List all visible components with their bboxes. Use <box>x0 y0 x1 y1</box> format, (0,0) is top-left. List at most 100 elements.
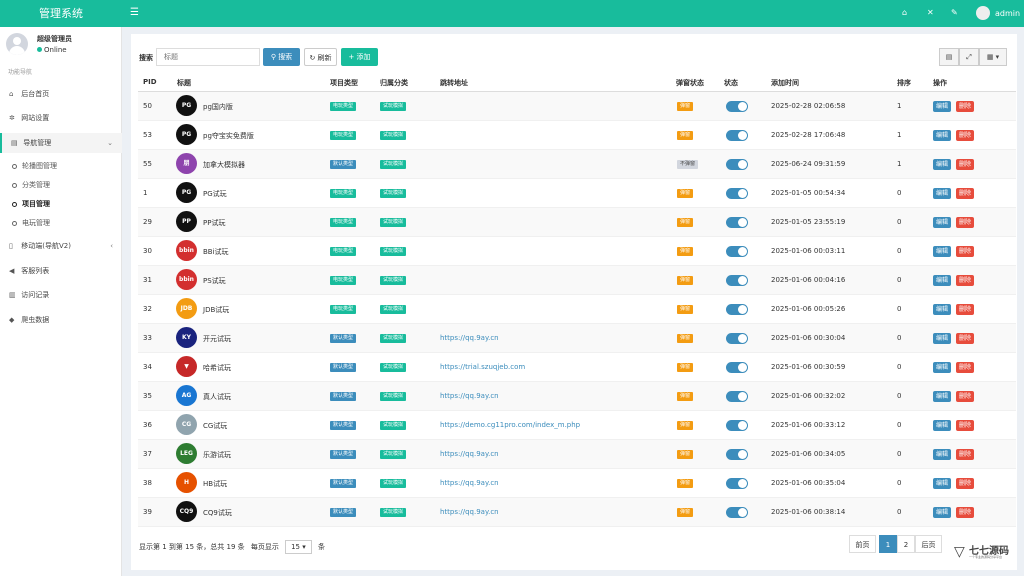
per-page-select[interactable]: 15 ▾ <box>285 540 312 554</box>
edit-button[interactable]: 编辑 <box>933 362 952 373</box>
wrench-icon[interactable]: ✎ <box>951 8 958 17</box>
col-title[interactable]: 标题 <box>177 78 191 88</box>
page-1-button[interactable]: 1 <box>879 535 897 553</box>
redirect-link[interactable]: https://demo.cg11pro.com/index_m.php <box>440 421 580 429</box>
status-toggle[interactable] <box>726 275 748 286</box>
sidebar-subitem-project[interactable]: 项目管理 <box>0 195 122 213</box>
edit-button[interactable]: 编辑 <box>933 449 952 460</box>
delete-button[interactable]: 删除 <box>956 507 975 518</box>
columns-button[interactable]: ▦ ▾ <box>979 48 1007 66</box>
delete-button[interactable]: 删除 <box>956 130 975 141</box>
next-page-button[interactable]: 后页 <box>915 535 942 553</box>
delete-button[interactable]: 删除 <box>956 101 975 112</box>
edit-button[interactable]: 编辑 <box>933 275 952 286</box>
status-toggle[interactable] <box>726 188 748 199</box>
col-popup[interactable]: 弹窗状态 <box>676 78 704 88</box>
delete-button[interactable]: 删除 <box>956 420 975 431</box>
sidebar-subitem-banner[interactable]: 轮播图管理 <box>0 157 122 175</box>
table-row[interactable]: 37 LEG 乐游试玩 默认类型 试玩模拟 https://qq.9ay.cn 弹窗 2025… <box>138 440 1016 469</box>
table-row[interactable]: 50 PG pg国内版 电玩类型 试玩模拟 弹窗 2025-02-28 02:06:58 1 编… <box>138 92 1016 121</box>
col-status[interactable]: 状态 <box>724 78 738 88</box>
status-toggle[interactable] <box>726 217 748 228</box>
sidebar-subitem-game[interactable]: 电玩管理 <box>0 214 122 232</box>
prev-page-button[interactable]: 前页 <box>849 535 876 553</box>
status-toggle[interactable] <box>726 333 748 344</box>
redirect-link[interactable]: https://qq.9ay.cn <box>440 508 499 516</box>
edit-button[interactable]: 编辑 <box>933 304 952 315</box>
status-toggle[interactable] <box>726 130 748 141</box>
table-row[interactable]: 30 bbin BBi试玩 电玩类型 试玩模拟 弹窗 2025-01-06 00:03:11… <box>138 237 1016 266</box>
edit-button[interactable]: 编辑 <box>933 507 952 518</box>
table-row[interactable]: 33 KY 开元试玩 默认类型 试玩模拟 https://qq.9ay.cn 弹窗 2025-… <box>138 324 1016 353</box>
edit-button[interactable]: 编辑 <box>933 246 952 257</box>
fullscreen-icon[interactable]: ✕ <box>927 8 934 17</box>
redirect-link[interactable]: https://qq.9ay.cn <box>440 392 499 400</box>
status-toggle[interactable] <box>726 159 748 170</box>
redirect-link[interactable]: https://qq.9ay.cn <box>440 450 499 458</box>
delete-button[interactable]: 删除 <box>956 362 975 373</box>
sidebar-item-crawler[interactable]: ◆ 爬虫数据 <box>0 310 122 330</box>
page-2-button[interactable]: 2 <box>897 535 915 553</box>
col-time[interactable]: 添加时间 <box>771 78 799 88</box>
status-toggle[interactable] <box>726 362 748 373</box>
delete-button[interactable]: 删除 <box>956 478 975 489</box>
status-toggle[interactable] <box>726 246 748 257</box>
status-toggle[interactable] <box>726 391 748 402</box>
status-toggle[interactable] <box>726 304 748 315</box>
table-row[interactable]: 1 PG PG试玩 电玩类型 试玩模拟 弹窗 2025-01-05 00:54:34 0 编辑删… <box>138 179 1016 208</box>
edit-button[interactable]: 编辑 <box>933 130 952 141</box>
table-row[interactable]: 31 bbin PS试玩 电玩类型 试玩模拟 弹窗 2025-01-06 00:04:16 0… <box>138 266 1016 295</box>
edit-button[interactable]: 编辑 <box>933 217 952 228</box>
add-button[interactable]: + 添加 <box>341 48 378 66</box>
sidebar-item-home[interactable]: ⌂ 后台首页 <box>0 84 122 104</box>
delete-button[interactable]: 删除 <box>956 217 975 228</box>
search-input[interactable] <box>156 48 260 66</box>
delete-button[interactable]: 删除 <box>956 275 975 286</box>
edit-button[interactable]: 编辑 <box>933 420 952 431</box>
status-toggle[interactable] <box>726 507 748 518</box>
delete-button[interactable]: 删除 <box>956 159 975 170</box>
col-sort[interactable]: 排序 <box>897 78 911 88</box>
search-button[interactable]: ⚲ 搜索 <box>263 48 300 66</box>
status-toggle[interactable] <box>726 101 748 112</box>
sidebar-item-nav[interactable]: ▤ 导航管理 ⌄ <box>0 133 122 153</box>
user-avatar[interactable] <box>976 6 990 20</box>
delete-button[interactable]: 删除 <box>956 304 975 315</box>
status-toggle[interactable] <box>726 478 748 489</box>
delete-button[interactable]: 删除 <box>956 333 975 344</box>
delete-button[interactable]: 删除 <box>956 246 975 257</box>
col-category[interactable]: 归属分类 <box>380 78 408 88</box>
edit-button[interactable]: 编辑 <box>933 391 952 402</box>
delete-button[interactable]: 删除 <box>956 391 975 402</box>
col-url[interactable]: 跳转地址 <box>440 78 468 88</box>
user-name[interactable]: admin <box>995 9 1020 18</box>
redirect-link[interactable]: https://trial.szuqjeb.com <box>440 363 525 371</box>
sidebar-item-visits[interactable]: ▥ 访问记录 <box>0 285 122 305</box>
table-row[interactable]: 29 PP PP试玩 电玩类型 试玩模拟 弹窗 2025-01-05 23:55:19 0 编辑… <box>138 208 1016 237</box>
sidebar-subitem-category[interactable]: 分类管理 <box>0 176 122 194</box>
status-toggle[interactable] <box>726 420 748 431</box>
fullscreen-button[interactable]: ⤢ <box>959 48 979 66</box>
redirect-link[interactable]: https://qq.9ay.cn <box>440 334 499 342</box>
sidebar-item-service[interactable]: ◀ 客服列表 <box>0 261 122 281</box>
table-row[interactable]: 55 朋加拿大模拟器 默认类型 试玩模拟 不弹窗 2025-06-24 09:31:59 1… <box>138 150 1016 179</box>
table-row[interactable]: 36 CG CG试玩 默认类型 试玩模拟 https://demo.cg11pro.com… <box>138 411 1016 440</box>
table-row[interactable]: 38 H HB试玩 默认类型 试玩模拟 https://qq.9ay.cn 弹窗 2025-0… <box>138 469 1016 498</box>
col-pid[interactable]: PID <box>143 78 157 86</box>
home-icon[interactable]: ⌂ <box>902 8 907 17</box>
menu-toggle-icon[interactable]: ☰ <box>130 7 139 18</box>
table-row[interactable]: 39 CQ9 CQ9试玩 默认类型 试玩模拟 https://qq.9ay.cn 弹窗 202… <box>138 498 1016 527</box>
table-row[interactable]: 34 ▼ 哈希试玩 默认类型 试玩模拟 https://trial.szuqjeb.com… <box>138 353 1016 382</box>
status-toggle[interactable] <box>726 449 748 460</box>
sidebar-item-settings[interactable]: ✲ 网站设置 <box>0 108 122 128</box>
edit-button[interactable]: 编辑 <box>933 333 952 344</box>
edit-button[interactable]: 编辑 <box>933 188 952 199</box>
edit-button[interactable]: 编辑 <box>933 478 952 489</box>
delete-button[interactable]: 删除 <box>956 449 975 460</box>
toggle-view-button[interactable]: ▤ <box>939 48 959 66</box>
sidebar-item-mobile[interactable]: ▯ 移动端(导航V2) ‹ <box>0 236 122 256</box>
table-row[interactable]: 53 PG pg夺宝实免费版 电玩类型 试玩模拟 弹窗 2025-02-28 17:06:4… <box>138 121 1016 150</box>
table-row[interactable]: 35 AG 真人试玩 默认类型 试玩模拟 https://qq.9ay.cn 弹窗 2025-… <box>138 382 1016 411</box>
edit-button[interactable]: 编辑 <box>933 159 952 170</box>
col-type[interactable]: 项目类型 <box>330 78 358 88</box>
